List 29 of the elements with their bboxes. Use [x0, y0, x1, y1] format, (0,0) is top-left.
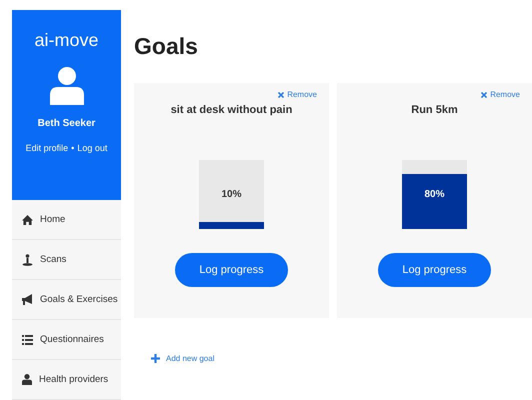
person-icon	[22, 254, 33, 266]
log-progress-button[interactable]: Log progress	[175, 253, 288, 287]
brand-name: ai-move	[34, 30, 99, 51]
user-icon	[22, 374, 32, 385]
log-out-link[interactable]: Log out	[77, 143, 108, 153]
remove-button[interactable]: Remove	[481, 90, 520, 99]
user-name: Beth Seeker	[38, 118, 96, 129]
page-title: Goals	[134, 33, 199, 60]
sidebar-item[interactable]: Health providers	[12, 360, 121, 400]
progress-percent: 80%	[424, 189, 444, 200]
add-goal-link[interactable]: Add new goal	[151, 354, 214, 363]
plus-icon	[151, 354, 160, 363]
log-progress-button[interactable]: Log progress	[378, 253, 491, 287]
edit-profile-link[interactable]: Edit profile	[26, 143, 68, 153]
remove-button[interactable]: Remove	[278, 90, 317, 99]
close-icon	[481, 92, 488, 98]
sidebar-item[interactable]: Goals & Exercises	[12, 280, 121, 320]
sidebar-item[interactable]: Home	[12, 200, 121, 240]
sidebar-item[interactable]: Questionnaires	[12, 320, 121, 360]
close-icon	[278, 92, 284, 98]
list-icon	[22, 334, 33, 344]
separator-dot: •	[71, 143, 74, 153]
sidebar-item[interactable]: Scans	[12, 240, 121, 280]
home-icon	[22, 214, 33, 224]
goal-title: sit at desk without pain	[170, 104, 292, 116]
megaphone-icon	[22, 294, 33, 305]
avatar-icon	[50, 67, 84, 105]
progress-percent: 10%	[221, 189, 242, 200]
goal-title: Run 5km	[411, 104, 458, 116]
